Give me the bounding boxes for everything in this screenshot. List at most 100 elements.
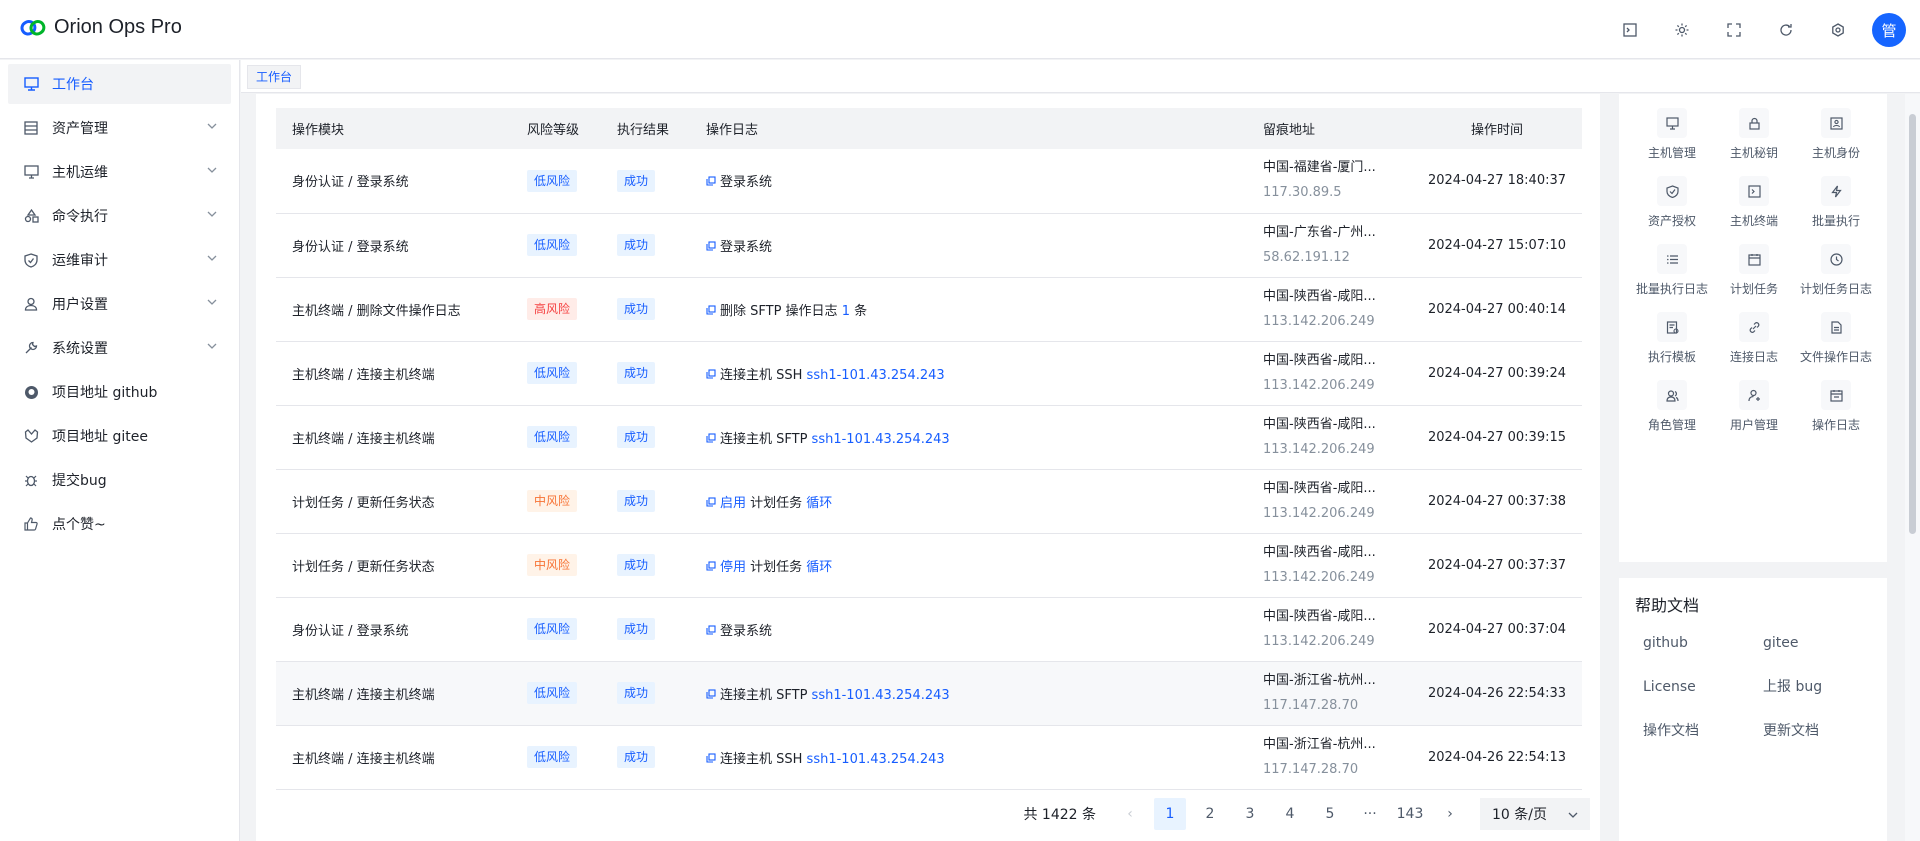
pagination-ellipsis[interactable]: ··· <box>1354 798 1386 830</box>
scrollbar[interactable] <box>1905 94 1920 841</box>
copy-icon[interactable] <box>706 432 716 446</box>
risk-tag: 低风险 <box>527 746 578 768</box>
help-link[interactable]: License <box>1643 676 1763 698</box>
sidebar-item-label: 系统设置 <box>52 341 108 357</box>
address-cell: 中国-浙江省-杭州... 117.147.28.70 <box>1247 725 1412 790</box>
pagination-page[interactable]: 3 <box>1234 798 1266 830</box>
sun-icon[interactable] <box>1666 14 1698 46</box>
copy-icon[interactable] <box>706 304 716 318</box>
pagination-page[interactable]: 5 <box>1314 798 1346 830</box>
app-logo[interactable]: Orion Ops Pro <box>20 16 182 39</box>
quick-link-item[interactable]: 连接日志 <box>1713 312 1795 365</box>
sidebar-item-github[interactable]: 项目地址 github <box>8 372 231 412</box>
module-cell: 身份认证 / 登录系统 <box>276 149 511 214</box>
quick-link-label: 操作日志 <box>1811 418 1860 432</box>
quick-link-label: 角色管理 <box>1647 418 1696 432</box>
quick-link-item[interactable]: 主机管理 <box>1631 108 1713 161</box>
address-cell: 中国-陕西省-咸阳... 113.142.206.249 <box>1247 341 1412 406</box>
copy-icon[interactable] <box>706 496 716 510</box>
quick-link-item[interactable]: 用户管理 <box>1713 380 1795 433</box>
copy-icon[interactable] <box>706 176 716 189</box>
chevron-down-icon <box>207 209 217 220</box>
sidebar-item-host-ops[interactable]: 主机运维 <box>8 152 231 192</box>
copy-icon[interactable] <box>706 688 716 702</box>
fullscreen-icon[interactable] <box>1718 14 1750 46</box>
address-location: 中国-陕西省-咸阳... <box>1263 608 1376 624</box>
result-tag: 成功 <box>617 746 656 768</box>
user-avatar[interactable]: 管 <box>1872 13 1906 47</box>
table-row: 主机终端 / 连接主机终端 低风险 成功 连接主机 SFTP ssh1-101.43.… <box>276 405 1582 470</box>
refresh-icon[interactable] <box>1770 14 1802 46</box>
tab-dashboard[interactable]: 工作台 <box>247 65 302 89</box>
quick-link-item[interactable]: 操作日志 <box>1795 380 1877 433</box>
chevron-down-icon <box>207 297 217 308</box>
log-text-segment: 登录系统 <box>720 623 773 639</box>
sidebar-item-audit[interactable]: 运维审计 <box>8 240 231 280</box>
terminal-icon[interactable] <box>1614 14 1646 46</box>
time-cell: 2024-04-27 00:37:38 <box>1412 469 1582 534</box>
pagination-page[interactable]: 4 <box>1274 798 1306 830</box>
quick-link-item[interactable]: 计划任务 <box>1713 244 1795 297</box>
risk-tag: 高风险 <box>527 298 578 320</box>
risk-cell: 低风险 <box>511 661 601 726</box>
sidebar-item-exec[interactable]: 命令执行 <box>8 196 231 236</box>
quick-link-item[interactable]: 资产授权 <box>1631 176 1713 229</box>
risk-cell: 中风险 <box>511 469 601 534</box>
quick-link-item[interactable]: 主机秘钥 <box>1713 108 1795 161</box>
copy-icon[interactable] <box>706 240 716 254</box>
help-link[interactable]: 上报 bug <box>1763 676 1883 698</box>
quick-link-label: 执行模板 <box>1647 350 1696 364</box>
result-cell: 成功 <box>601 149 690 214</box>
sidebar-item-gitee[interactable]: 项目地址 gitee <box>8 416 231 456</box>
sidebar-item-user-settings[interactable]: 用户设置 <box>8 284 231 324</box>
sidebar-item-bug[interactable]: 提交bug <box>8 460 231 500</box>
help-link[interactable]: github <box>1643 632 1763 654</box>
settings-icon[interactable] <box>1822 14 1854 46</box>
file-icon <box>1821 312 1851 342</box>
logo-icon <box>20 19 46 35</box>
copy-icon[interactable] <box>706 624 716 638</box>
pagination-page[interactable]: 2 <box>1194 798 1226 830</box>
log-cell: 连接主机 SFTP ssh1-101.43.254.243 <box>690 405 1247 470</box>
result-tag: 成功 <box>617 362 656 384</box>
quick-link-item[interactable]: 批量执行日志 <box>1631 244 1713 297</box>
result-cell: 成功 <box>601 213 690 278</box>
copy-icon[interactable] <box>706 560 716 574</box>
copy-icon[interactable] <box>706 368 716 382</box>
help-link[interactable]: 操作文档 <box>1643 720 1763 742</box>
pagination-page[interactable]: 1 <box>1154 798 1186 830</box>
quick-link-item[interactable]: 主机身份 <box>1795 108 1877 161</box>
column-header-log: 操作日志 <box>690 108 1247 149</box>
quick-link-item[interactable]: 角色管理 <box>1631 380 1713 433</box>
copy-icon[interactable] <box>706 752 716 766</box>
sidebar-item-system-settings[interactable]: 系统设置 <box>8 328 231 368</box>
address-cell: 中国-福建省-厦门... 117.30.89.5 <box>1247 149 1412 214</box>
help-link[interactable]: gitee <box>1763 632 1883 654</box>
page-size-select[interactable]: 10 条/页 <box>1480 798 1590 830</box>
quick-link-item[interactable]: 计划任务日志 <box>1795 244 1877 297</box>
sidebar-item-like[interactable]: 点个赞~ <box>8 504 231 544</box>
module-cell: 主机终端 / 连接主机终端 <box>276 725 511 790</box>
chevron-left-icon[interactable]: ‹ <box>1114 798 1146 830</box>
tab-bar: 工作台 <box>241 60 1920 93</box>
risk-cell: 低风险 <box>511 341 601 406</box>
quick-link-label: 批量执行 <box>1811 214 1860 228</box>
chevron-right-icon[interactable]: › <box>1434 798 1466 830</box>
sidebar-item-dashboard[interactable]: 工作台 <box>8 64 231 104</box>
time-cell: 2024-04-27 00:39:24 <box>1412 341 1582 406</box>
result-cell: 成功 <box>601 469 690 534</box>
help-link[interactable]: 更新文档 <box>1763 720 1883 742</box>
scrollbar-thumb[interactable] <box>1909 114 1916 534</box>
quick-link-label: 资产授权 <box>1647 214 1696 228</box>
quick-link-item[interactable]: 执行模板 <box>1631 312 1713 365</box>
app-title: Orion Ops Pro <box>54 16 182 38</box>
pagination-page[interactable]: 143 <box>1394 798 1426 830</box>
users-icon <box>1657 380 1687 410</box>
sidebar-item-assets[interactable]: 资产管理 <box>8 108 231 148</box>
chevron-down-icon <box>207 253 217 264</box>
quick-link-item[interactable]: 文件操作日志 <box>1795 312 1877 365</box>
quick-link-item[interactable]: 主机终端 <box>1713 176 1795 229</box>
quick-link-item[interactable]: 批量执行 <box>1795 176 1877 229</box>
log-text-segment: 1 <box>841 303 850 319</box>
address-ip: 113.142.206.249 <box>1263 569 1375 585</box>
